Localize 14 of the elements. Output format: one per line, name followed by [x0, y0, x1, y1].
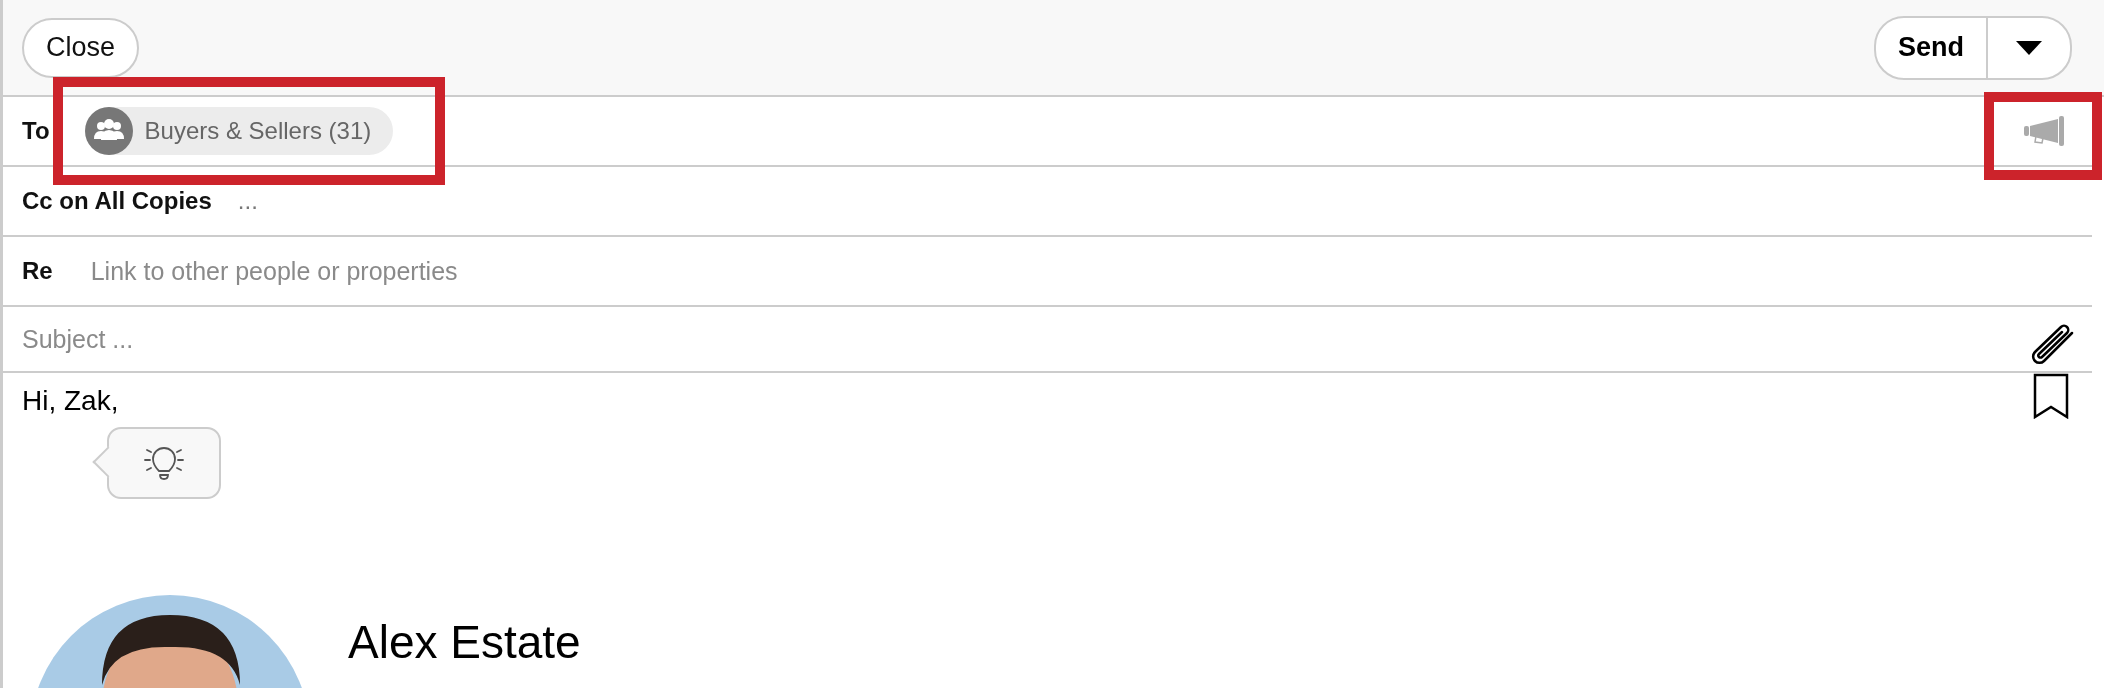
- cc-field[interactable]: ...: [237, 187, 258, 215]
- field-label: To: [22, 117, 50, 145]
- greeting-text: Hi, Zak,: [22, 384, 119, 417]
- send-button[interactable]: Send: [1876, 17, 1988, 78]
- field-label: Re: [22, 257, 53, 285]
- group-icon: [84, 107, 133, 155]
- close-button[interactable]: Close: [22, 17, 140, 78]
- bookmark-icon[interactable]: [2033, 373, 2069, 419]
- subject-field[interactable]: Subject ...: [22, 324, 2028, 354]
- caret-icon: [2016, 40, 2042, 55]
- field-label: Cc on All Copies: [22, 187, 212, 215]
- signature-name: Alex Estate: [348, 615, 581, 670]
- link-field[interactable]: Link to other people or properties: [88, 255, 2080, 287]
- recipient-chip[interactable]: Buyers & Sellers (31): [84, 107, 394, 155]
